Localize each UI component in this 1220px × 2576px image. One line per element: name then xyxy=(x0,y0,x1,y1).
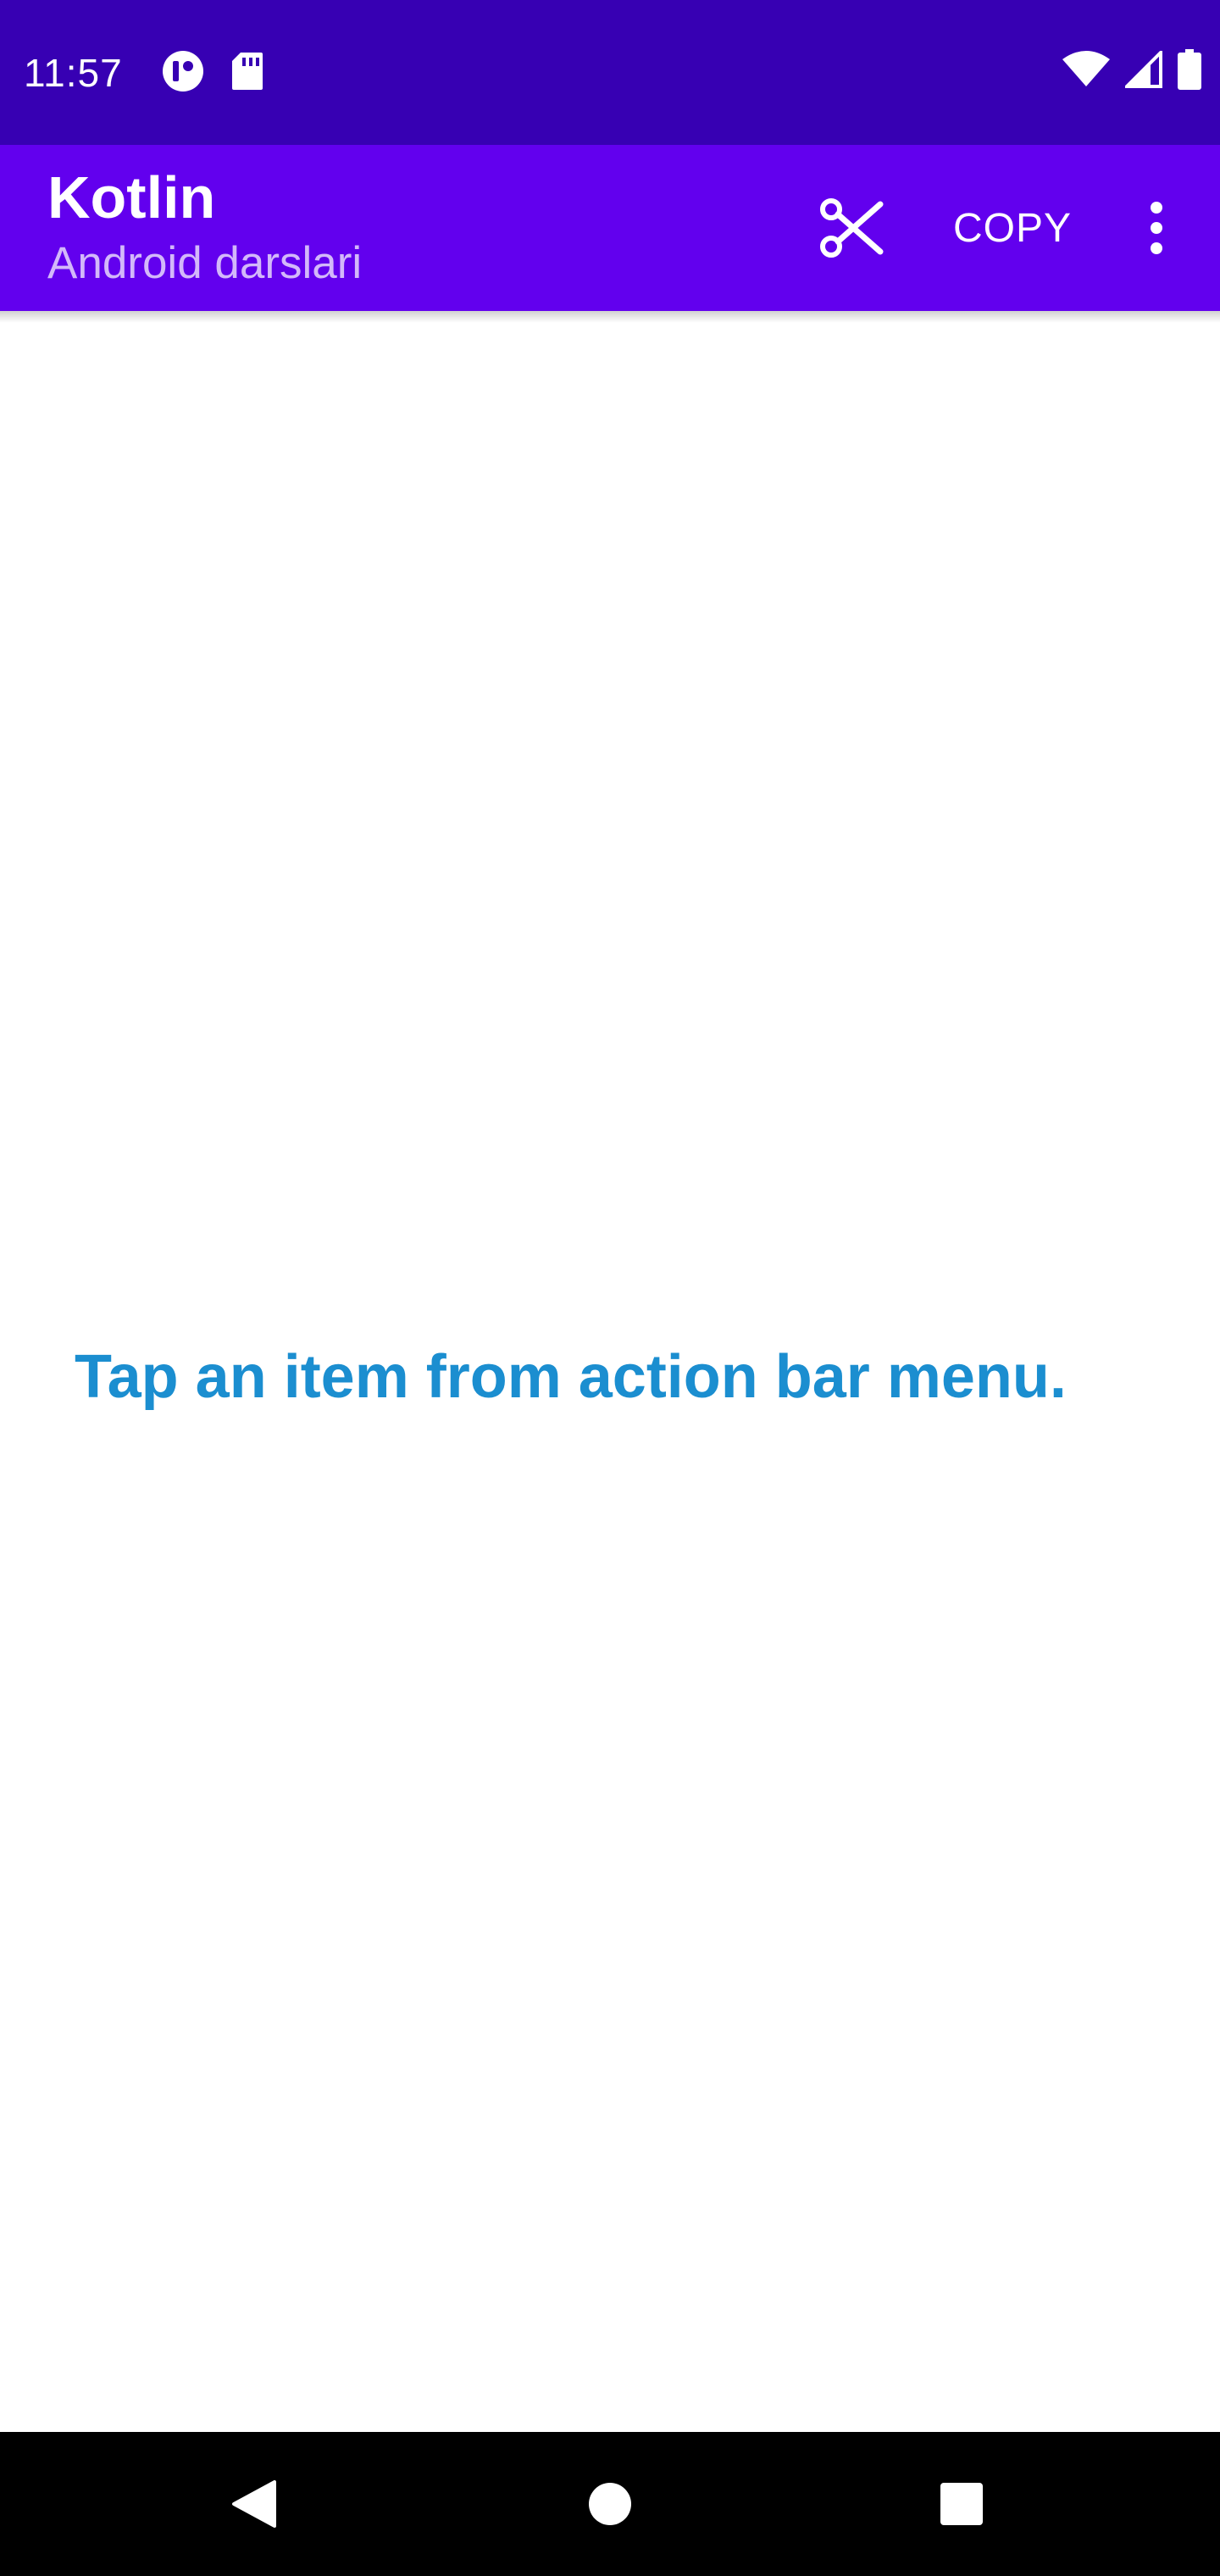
scissors-icon xyxy=(819,196,884,260)
app-bar: Kotlin Android darslari COPY xyxy=(0,145,1220,311)
back-icon xyxy=(230,2479,278,2529)
app-title: Kotlin xyxy=(47,164,216,230)
more-vert-icon xyxy=(1148,201,1165,255)
app-bar-shadow xyxy=(0,311,1220,323)
sd-card-icon xyxy=(230,51,264,92)
overflow-menu-button[interactable] xyxy=(1118,177,1195,279)
copy-button[interactable]: COPY xyxy=(932,177,1093,279)
instruction-message: Tap an item from action bar menu. xyxy=(75,1343,1067,1411)
back-button[interactable] xyxy=(212,2462,297,2546)
navigation-bar xyxy=(0,2432,1220,2576)
status-time: 11:57 xyxy=(24,51,123,95)
cell-signal-icon xyxy=(1125,51,1162,88)
recents-button[interactable] xyxy=(919,2462,1004,2546)
wifi-icon xyxy=(1062,51,1110,88)
home-icon xyxy=(587,2481,633,2527)
app-subtitle: Android darslari xyxy=(47,238,363,288)
status-right-icons xyxy=(1062,49,1201,90)
privacy-indicator-icon xyxy=(161,49,205,93)
battery-icon xyxy=(1178,49,1201,90)
status-bar: 11:57 xyxy=(0,0,1220,145)
home-button[interactable] xyxy=(568,2462,652,2546)
recents-icon xyxy=(940,2482,984,2526)
cut-button[interactable] xyxy=(796,177,907,279)
status-left-icons xyxy=(161,49,264,93)
